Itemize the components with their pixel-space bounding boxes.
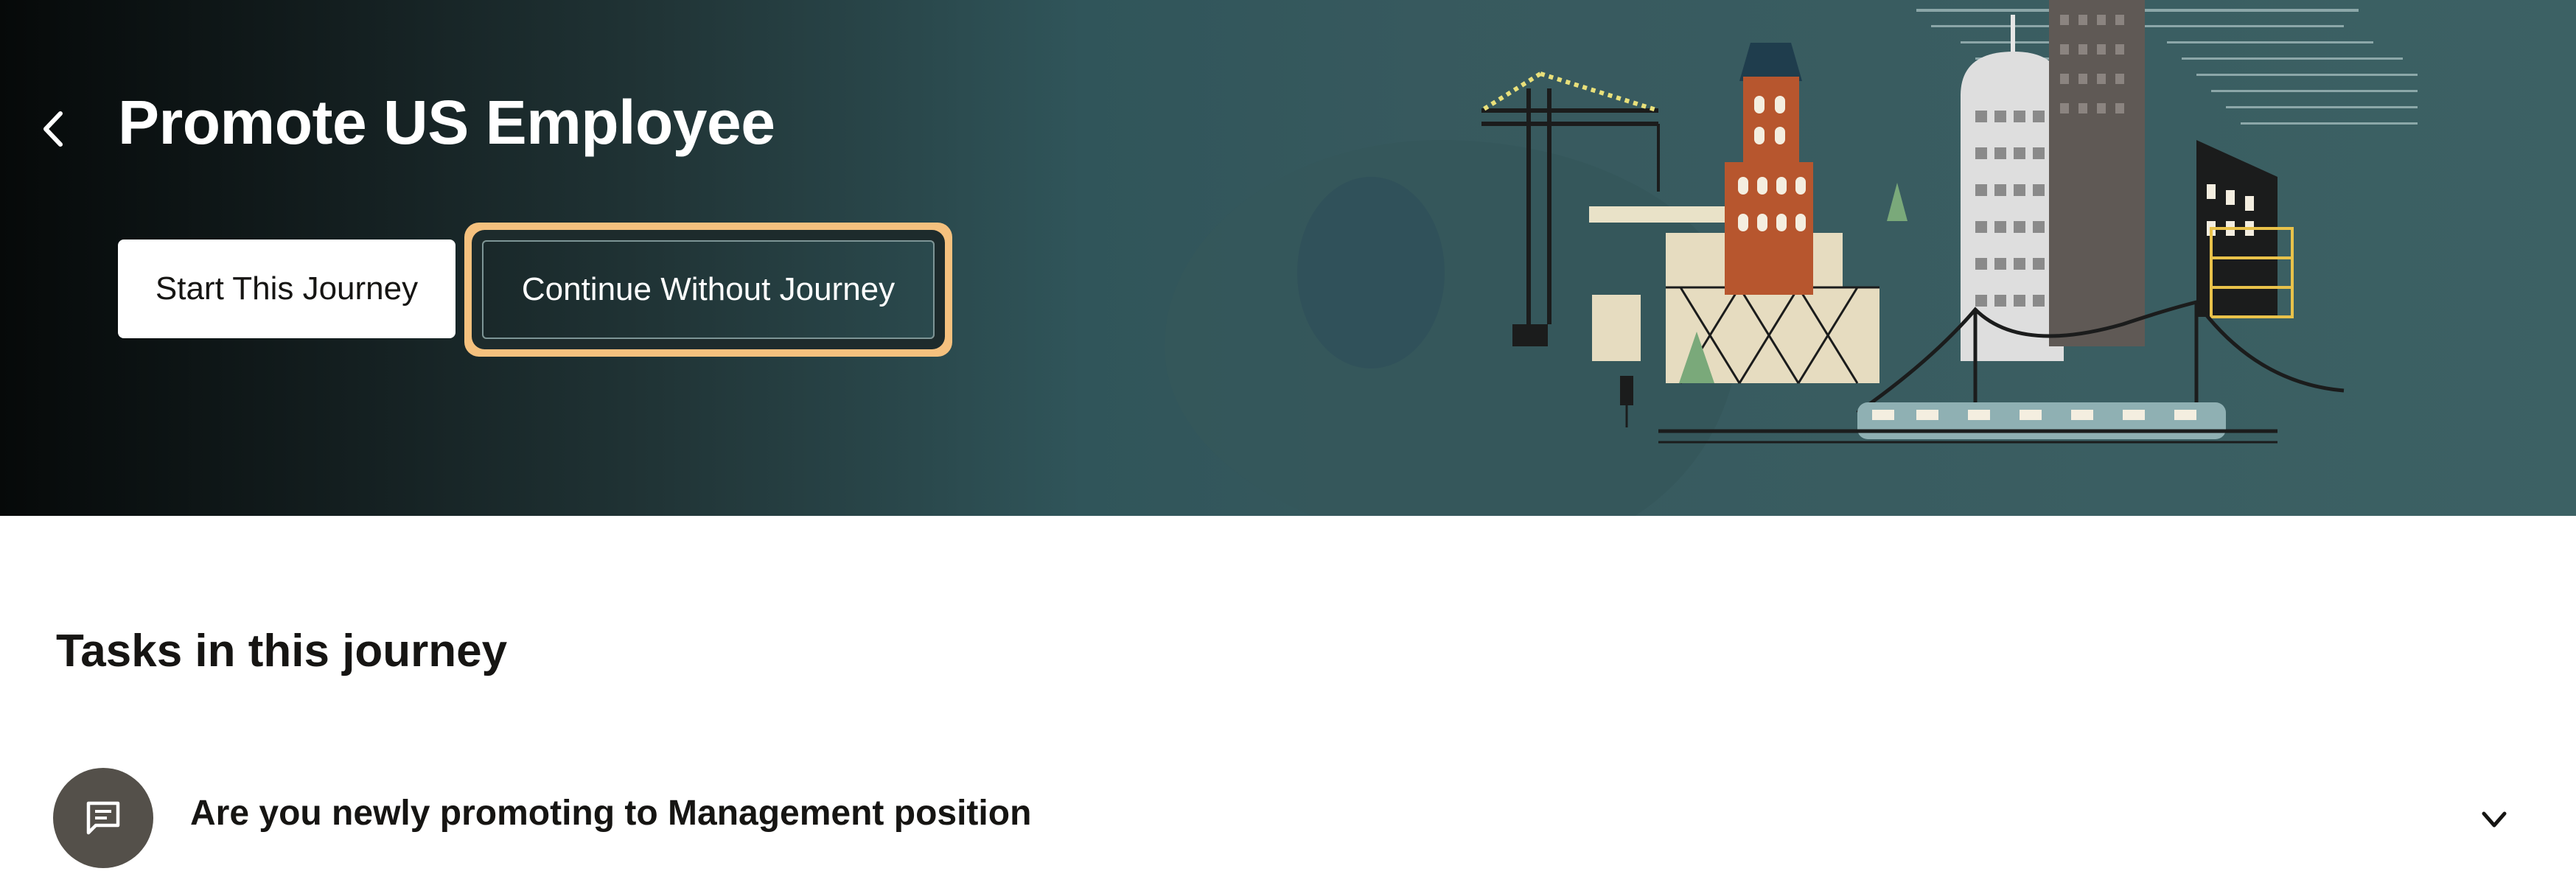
task-item[interactable]: Are you newly promoting to Management po… (52, 763, 2528, 868)
journey-hero-banner: Promote US Employee Start This Journey C… (0, 0, 2576, 516)
task-label: Are you newly promoting to Management po… (190, 794, 1032, 833)
continue-without-journey-button[interactable]: Continue Without Journey (482, 240, 935, 339)
city-illustration (1480, 0, 2418, 444)
background-blob-small (1297, 177, 1445, 368)
section-title: Tasks in this journey (56, 626, 508, 677)
chevron-left-icon[interactable] (34, 103, 71, 155)
chat-bubble-icon (53, 768, 153, 868)
page-title: Promote US Employee (118, 88, 775, 157)
chevron-down-icon[interactable] (2478, 805, 2510, 834)
start-journey-button[interactable]: Start This Journey (118, 240, 455, 338)
